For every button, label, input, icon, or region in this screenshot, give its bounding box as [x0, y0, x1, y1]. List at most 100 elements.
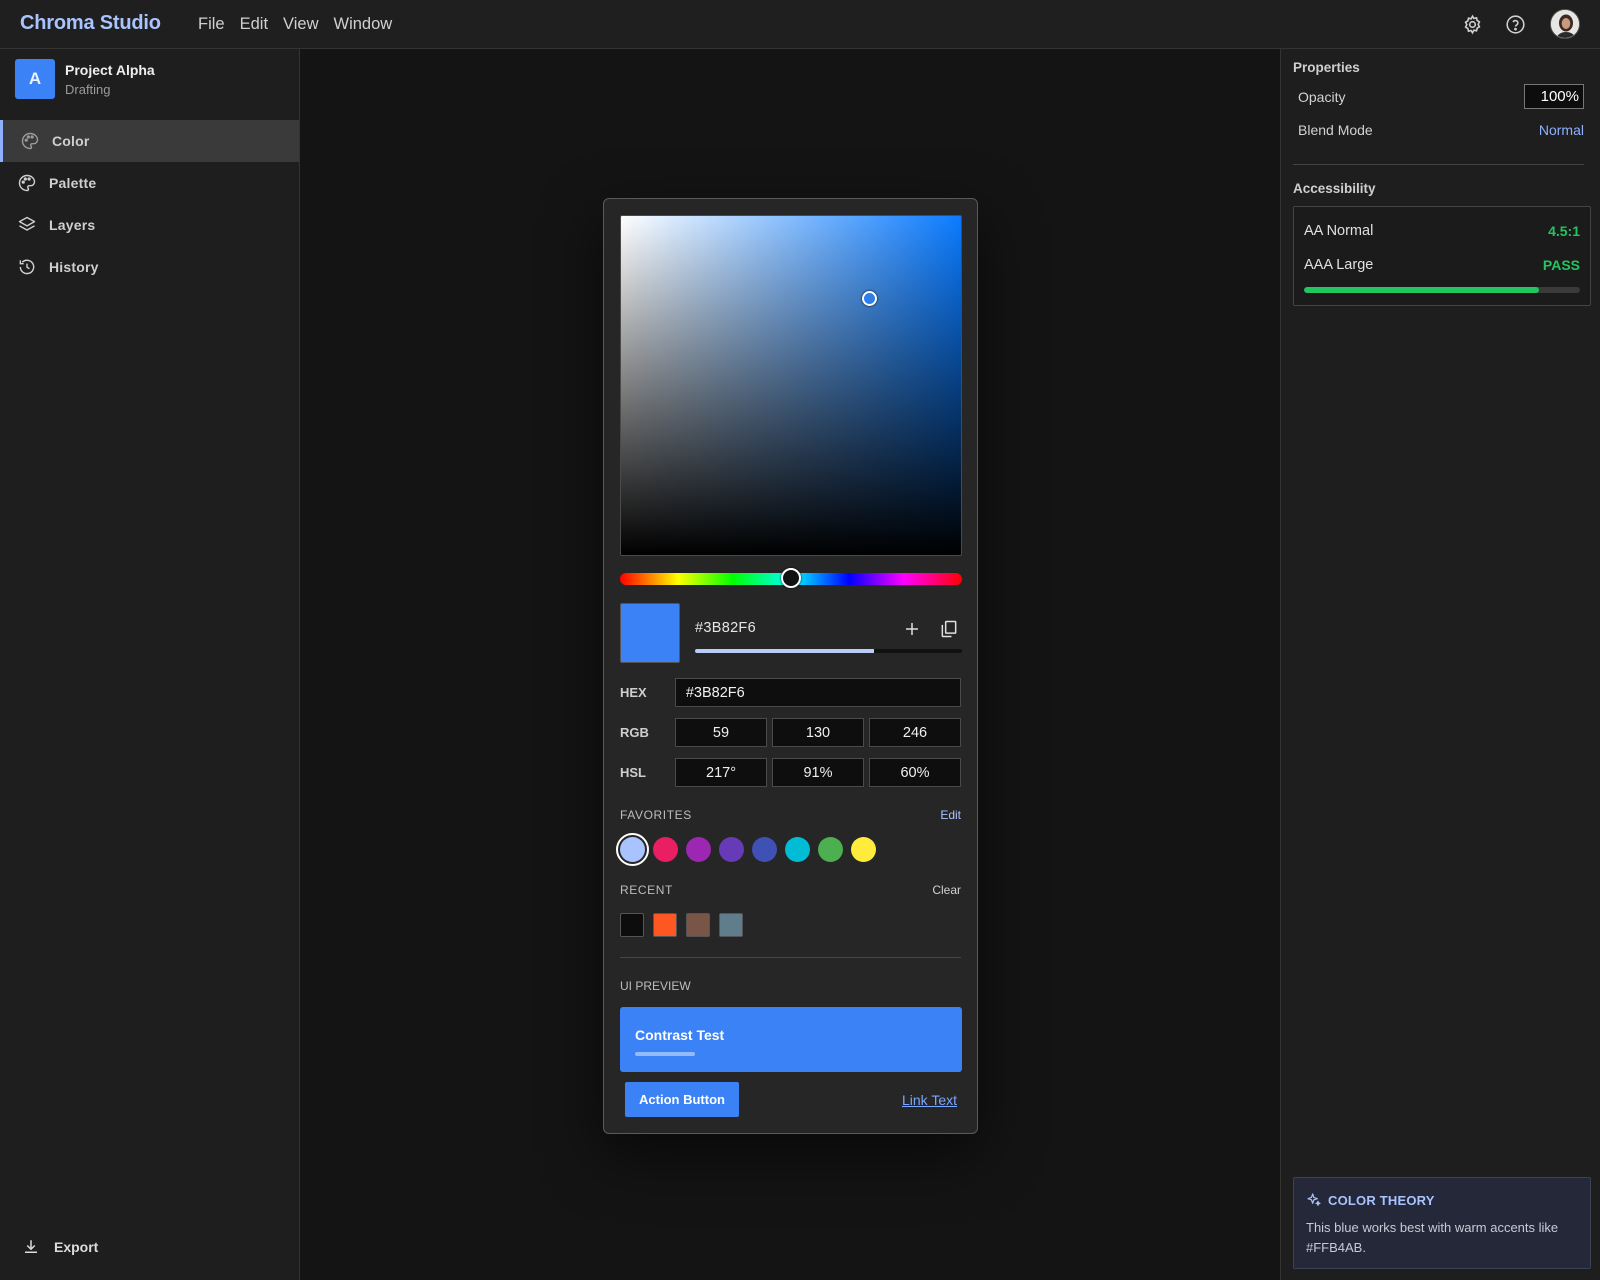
- sparkle-icon: [1306, 1192, 1322, 1208]
- action-button[interactable]: Action Button: [625, 1082, 739, 1117]
- ui-preview-header: UI PREVIEW: [620, 979, 961, 993]
- favorite-swatch[interactable]: [653, 837, 678, 862]
- rgb-g-input[interactable]: 130: [772, 718, 864, 747]
- recent-title: RECENT: [620, 883, 673, 897]
- hex-input[interactable]: #3B82F6: [674, 678, 961, 707]
- recent-swatch[interactable]: [719, 913, 743, 937]
- menu-window[interactable]: Window: [334, 15, 393, 34]
- accessibility-title: Accessibility: [1293, 181, 1376, 196]
- favorites-header: FAVORITES Edit: [620, 808, 961, 822]
- menu-file[interactable]: File: [198, 15, 225, 34]
- export-label: Export: [54, 1239, 99, 1255]
- favorites-edit-button[interactable]: Edit: [940, 808, 961, 822]
- sidebar-item-label: Palette: [49, 175, 97, 191]
- blend-mode-select[interactable]: Normal: [1539, 122, 1584, 138]
- help-icon[interactable]: [1504, 13, 1526, 35]
- link-text[interactable]: Link Text: [902, 1092, 957, 1108]
- plus-icon[interactable]: [901, 618, 923, 640]
- avatar[interactable]: [1550, 9, 1580, 39]
- accessibility-box: AA Normal 4.5:1 AAA Large PASS: [1293, 206, 1591, 306]
- divider: [620, 957, 961, 958]
- hsl-s-input[interactable]: 91%: [772, 758, 864, 787]
- rgb-b-input[interactable]: 246: [869, 718, 961, 747]
- app-title: Chroma Studio: [20, 12, 161, 34]
- rgb-label: RGB: [620, 725, 649, 740]
- divider: [1293, 164, 1584, 165]
- properties-panel: Properties Opacity 100% Blend Mode Norma…: [1280, 49, 1600, 1280]
- color-theory-header: COLOR THEORY: [1306, 1192, 1578, 1208]
- rgb-r-input[interactable]: 59: [675, 718, 767, 747]
- favorite-swatch[interactable]: [686, 837, 711, 862]
- opacity-row: Opacity 100%: [1298, 84, 1584, 109]
- export-button[interactable]: Export: [22, 1238, 98, 1256]
- color-preview-swatch: [620, 603, 680, 663]
- color-theory-title: COLOR THEORY: [1328, 1192, 1435, 1208]
- sidebar-item-color[interactable]: Color: [0, 120, 299, 162]
- project-name: Project Alpha: [65, 61, 155, 78]
- favorites-title: FAVORITES: [620, 808, 692, 822]
- sidebar-item-label: Color: [52, 133, 90, 149]
- favorite-swatch[interactable]: [616, 833, 649, 866]
- blend-mode-row: Blend Mode Normal: [1298, 122, 1584, 138]
- favorite-swatch[interactable]: [818, 837, 843, 862]
- properties-title: Properties: [1293, 60, 1360, 75]
- aaa-large-row: AAA Large PASS: [1304, 257, 1580, 273]
- hex-label: HEX: [620, 685, 647, 700]
- copy-icon[interactable]: [938, 618, 960, 640]
- hue-slider[interactable]: [620, 568, 962, 588]
- rgb-row: RGB 59 130 246: [620, 718, 961, 747]
- sidebar-nav: Color Palette Layers History: [0, 120, 299, 288]
- recent-swatch[interactable]: [620, 913, 644, 937]
- favorite-swatch[interactable]: [752, 837, 777, 862]
- download-icon: [22, 1238, 40, 1256]
- recent-swatch[interactable]: [653, 913, 677, 937]
- opacity-input[interactable]: 100%: [1524, 84, 1584, 109]
- alpha-fill: [695, 649, 874, 653]
- hsl-row: HSL 217° 91% 60%: [620, 758, 961, 787]
- top-bar: Chroma Studio File Edit View Window: [0, 0, 1600, 49]
- aaa-large-status: PASS: [1542, 257, 1580, 273]
- menu-view[interactable]: View: [283, 15, 318, 34]
- aa-normal-label: AA Normal: [1304, 223, 1374, 239]
- favorite-swatch[interactable]: [719, 837, 744, 862]
- project-status: Drafting: [65, 81, 111, 97]
- saturation-handle[interactable]: [862, 291, 877, 306]
- sidebar-item-palette[interactable]: Palette: [0, 162, 299, 204]
- sidebar: A Project Alpha Drafting Color Palette L…: [0, 49, 300, 1280]
- sidebar-item-history[interactable]: History: [0, 246, 299, 288]
- sidebar-item-label: Layers: [49, 217, 96, 233]
- recent-swatch[interactable]: [686, 913, 710, 937]
- favorites-swatches: [616, 833, 876, 866]
- palette-icon: [20, 131, 40, 151]
- contrast-test-card: Contrast Test: [620, 1007, 962, 1072]
- aaa-large-label: AAA Large: [1304, 257, 1374, 273]
- palette-icon: [17, 173, 37, 193]
- recent-clear-button[interactable]: Clear: [932, 883, 961, 897]
- project-header[interactable]: A Project Alpha Drafting: [15, 59, 155, 99]
- recent-swatches: [620, 913, 743, 937]
- history-icon: [17, 257, 37, 277]
- gear-icon[interactable]: [1461, 13, 1483, 35]
- contrast-score-fill: [1304, 287, 1539, 293]
- blend-mode-label: Blend Mode: [1298, 122, 1373, 138]
- favorite-swatch[interactable]: [851, 837, 876, 862]
- menu-edit[interactable]: Edit: [240, 15, 268, 34]
- favorite-swatch[interactable]: [785, 837, 810, 862]
- hex-row: HEX #3B82F6: [620, 678, 961, 707]
- hsl-h-input[interactable]: 217°: [675, 758, 767, 787]
- hex-display: #3B82F6: [695, 620, 756, 636]
- recent-header: RECENT Clear: [620, 883, 961, 897]
- hue-handle[interactable]: [781, 568, 801, 588]
- sidebar-item-label: History: [49, 259, 99, 275]
- contrast-test-title: Contrast Test: [635, 1027, 725, 1043]
- sidebar-item-layers[interactable]: Layers: [0, 204, 299, 246]
- alpha-slider[interactable]: [695, 649, 962, 653]
- layers-icon: [17, 215, 37, 235]
- contrast-test-line: [635, 1052, 695, 1056]
- saturation-value-area[interactable]: [620, 215, 962, 556]
- hsl-l-input[interactable]: 60%: [869, 758, 961, 787]
- contrast-score-bar: [1304, 287, 1580, 293]
- color-picker-card: #3B82F6 HEX #3B82F6 RGB 59 130 246 HSL 2…: [603, 198, 978, 1134]
- hsl-label: HSL: [620, 765, 646, 780]
- color-theory-text: This blue works best with warm accents l…: [1306, 1220, 1559, 1255]
